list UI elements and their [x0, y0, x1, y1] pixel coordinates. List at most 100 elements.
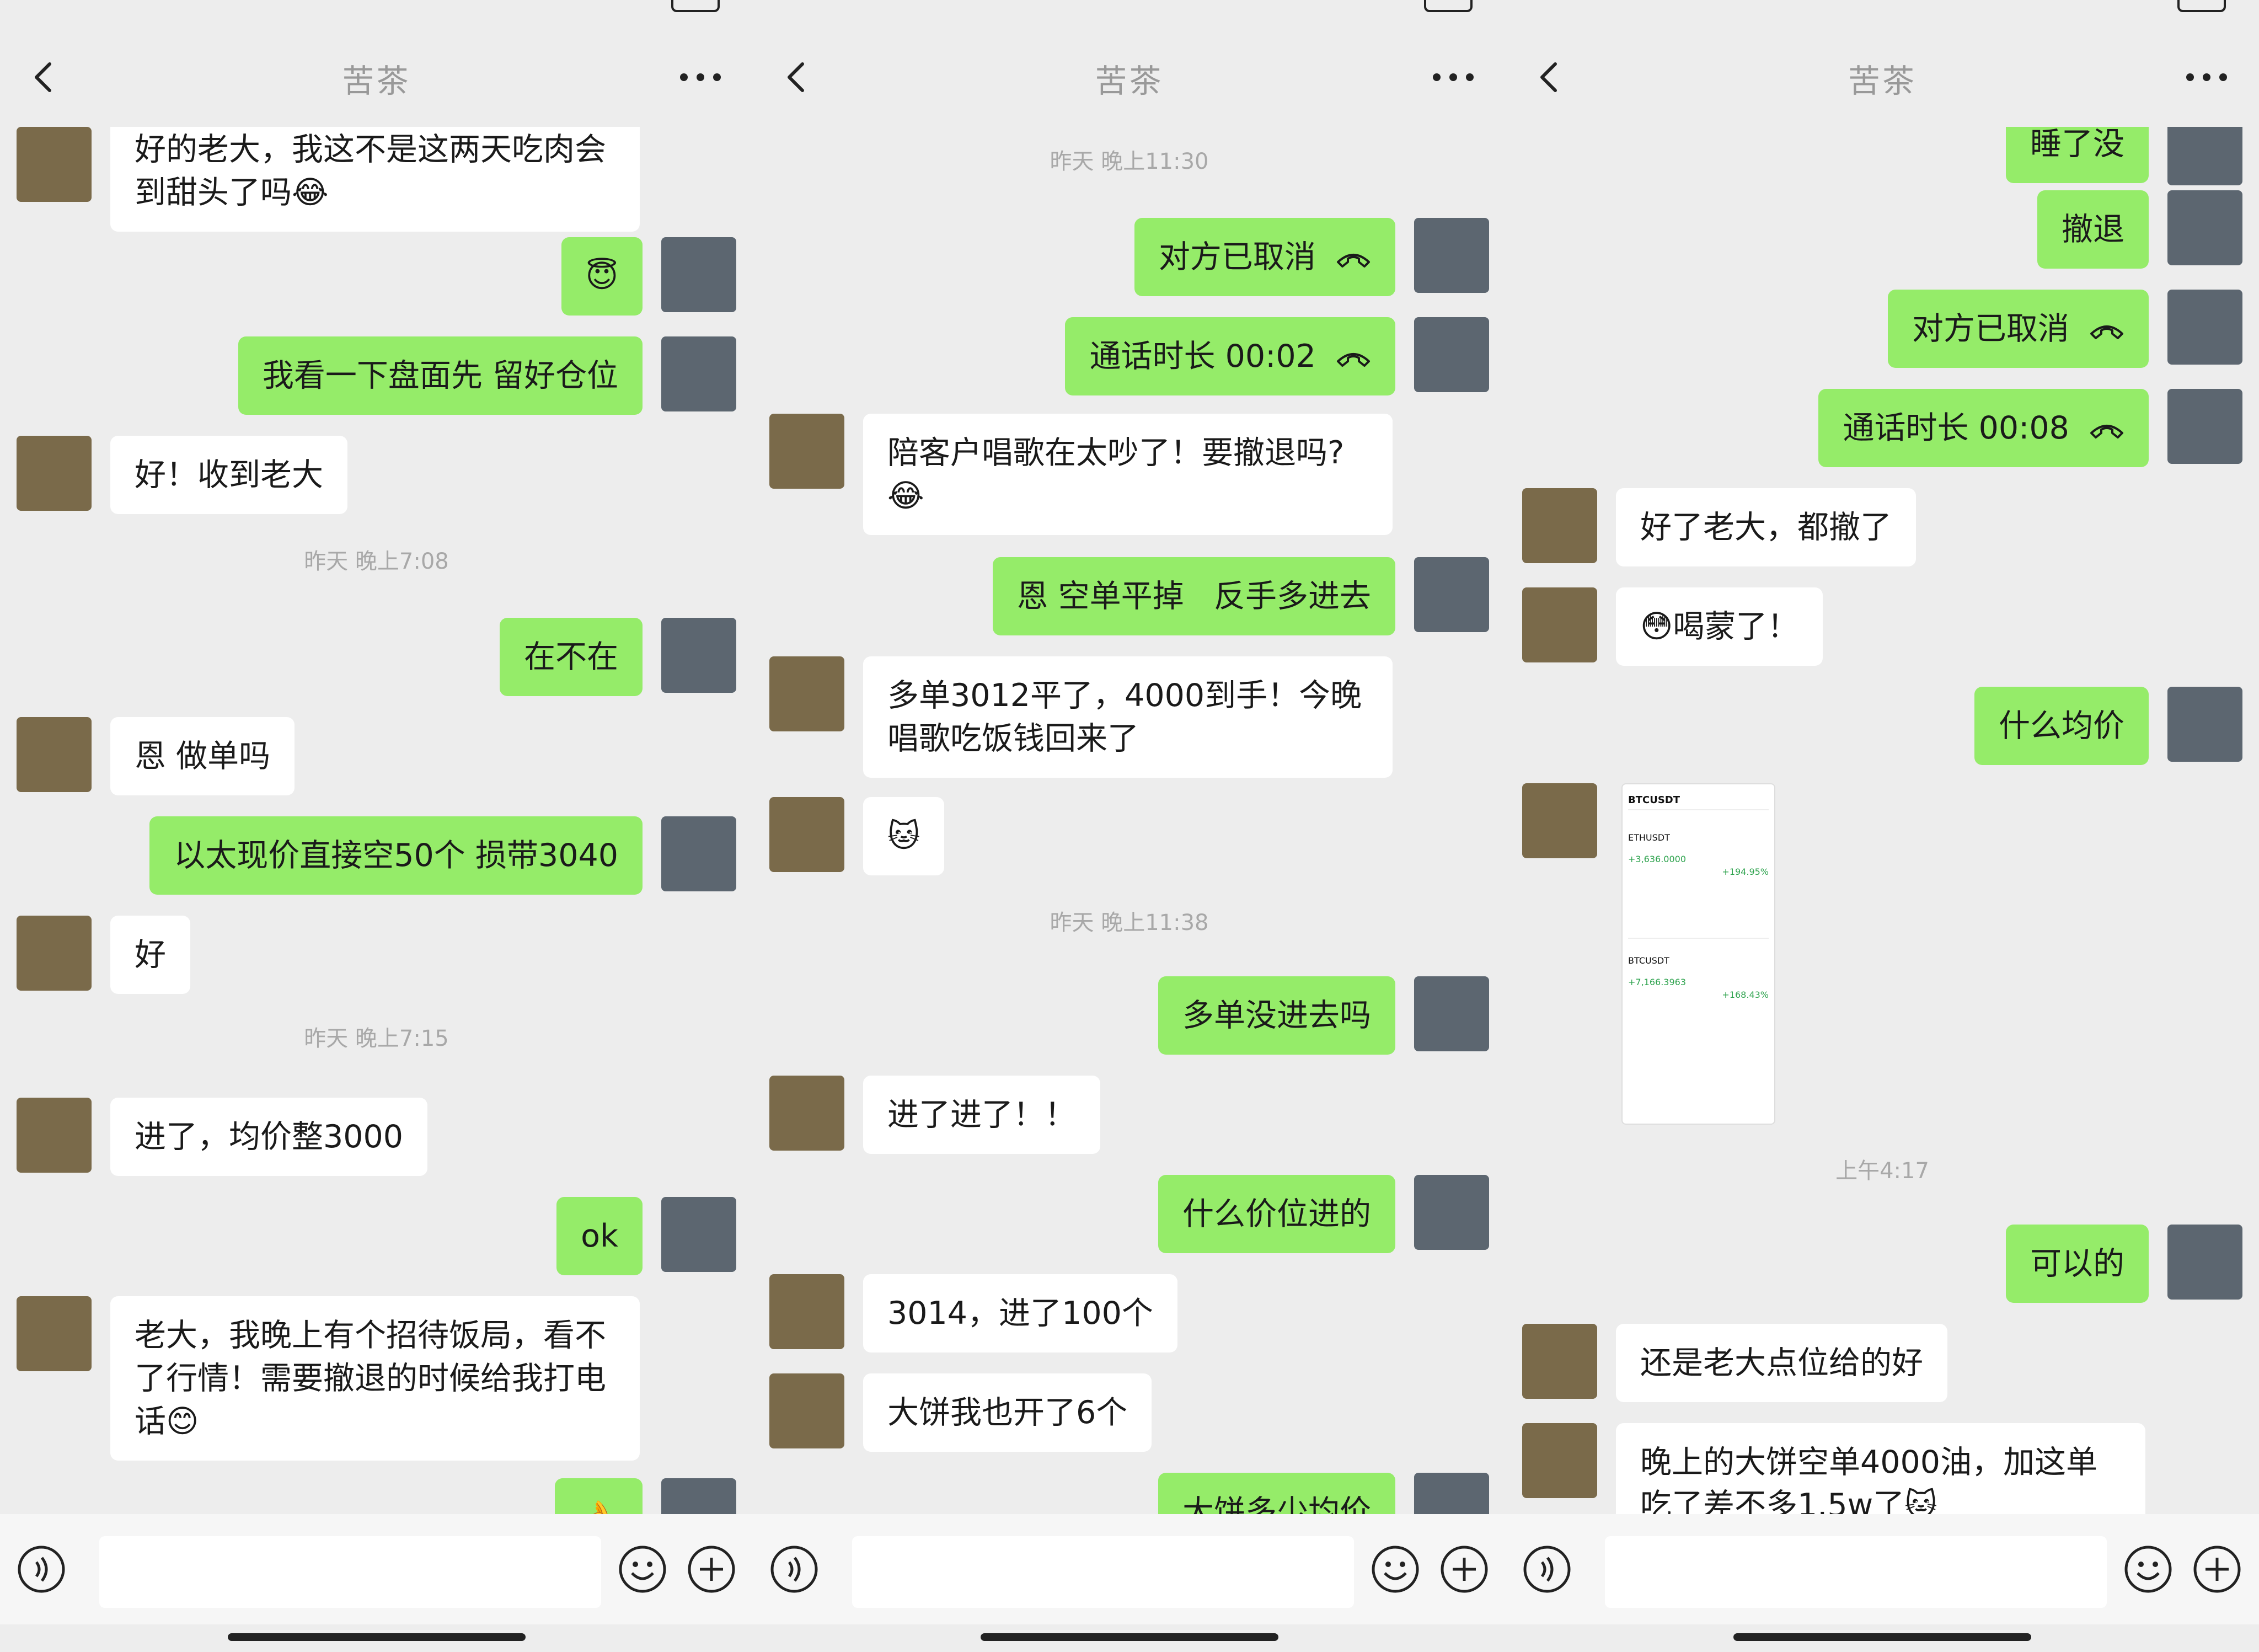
emoji-icon[interactable]: [2123, 1544, 2173, 1594]
avatar[interactable]: [769, 1373, 844, 1448]
avatar[interactable]: [661, 237, 736, 312]
message-bubble[interactable]: 多单没进去吗: [1158, 976, 1395, 1055]
emoji-icon[interactable]: [1371, 1544, 1420, 1594]
more-dots-icon[interactable]: [2176, 55, 2237, 99]
avatar[interactable]: [17, 1296, 92, 1371]
nav-bar: 苦茶: [0, 33, 753, 121]
message-bubble[interactable]: 好: [110, 916, 190, 994]
message-bubble[interactable]: 进了进了！！: [863, 1076, 1100, 1154]
avatar[interactable]: [1414, 557, 1489, 632]
message-bubble[interactable]: 进了，均价整3000: [110, 1098, 428, 1176]
more-dots-icon[interactable]: [1423, 55, 1484, 99]
call-bubble[interactable]: 通话时长 00:02: [1065, 317, 1395, 395]
message-bubble[interactable]: 大饼多少均价: [1158, 1473, 1395, 1517]
message-bubble[interactable]: 什么价位进的: [1158, 1175, 1395, 1253]
plus-icon[interactable]: [687, 1544, 736, 1594]
message-bubble[interactable]: 撤退: [2037, 190, 2149, 269]
avatar[interactable]: [1522, 783, 1597, 858]
message-bubble[interactable]: 👌: [555, 1478, 643, 1517]
avatar[interactable]: [1522, 1324, 1597, 1399]
avatar[interactable]: [769, 656, 844, 731]
avatar[interactable]: [769, 1076, 844, 1151]
avatar[interactable]: [661, 618, 736, 693]
avatar[interactable]: [1522, 1423, 1597, 1498]
home-indicator: [1733, 1633, 2031, 1641]
message-bubble[interactable]: 睡了没: [2006, 127, 2149, 183]
avatar[interactable]: [661, 1478, 736, 1517]
message-bubble[interactable]: 在不在: [500, 618, 643, 696]
avatar[interactable]: [2167, 1225, 2242, 1300]
avatar[interactable]: [1414, 1473, 1489, 1517]
avatar[interactable]: [1414, 317, 1489, 392]
call-bubble[interactable]: 通话时长 00:08: [1818, 389, 2149, 467]
avatar[interactable]: [1414, 218, 1489, 293]
avatar[interactable]: [17, 916, 92, 991]
avatar[interactable]: [1414, 976, 1489, 1051]
message-bubble[interactable]: 多单3012平了，4000到手！今晚唱歌吃饭钱回来了: [863, 656, 1393, 778]
avatar[interactable]: [661, 816, 736, 891]
avatar[interactable]: [661, 1197, 736, 1272]
image-row: +3,636.0000: [1628, 854, 1687, 864]
message-bubble[interactable]: 3014，进了100个: [863, 1274, 1177, 1352]
message-bubble[interactable]: 大饼我也开了6个: [863, 1373, 1152, 1452]
avatar[interactable]: [17, 1098, 92, 1173]
plus-icon[interactable]: [2192, 1544, 2242, 1594]
input-bar: [0, 1514, 753, 1624]
phone-hangup-icon: [1337, 353, 1370, 367]
avatar[interactable]: [661, 336, 736, 411]
avatar[interactable]: [17, 436, 92, 511]
avatar[interactable]: [2167, 290, 2242, 365]
avatar[interactable]: [2167, 127, 2242, 185]
message-list[interactable]: 昨天 晚上11:30 对方已取消 通话时长 00:02 陪客户唱歌在太吵了！要撤…: [753, 127, 1506, 1517]
avatar[interactable]: [2167, 687, 2242, 762]
message-bubble[interactable]: ok: [556, 1197, 643, 1275]
message-input[interactable]: [1605, 1536, 2107, 1608]
chat-panel-1: 苦茶 好的老大，我这不是这两天吃肉会到甜头了吗😂 😇 我看一下盘面先 留好仓位 …: [0, 0, 753, 1652]
message-bubble[interactable]: 恩 做单吗: [110, 717, 295, 795]
avatar[interactable]: [17, 127, 92, 202]
nav-bar: 苦茶: [753, 33, 1506, 121]
message-bubble[interactable]: 恩 空单平掉 反手多进去: [992, 557, 1395, 635]
avatar[interactable]: [1414, 1175, 1489, 1250]
message-list[interactable]: 睡了没 撤退 对方已取消 通话时长 00:08 好了老大，都撤了 😳喝蒙了！ 什…: [1506, 127, 2259, 1517]
avatar[interactable]: [769, 1274, 844, 1349]
message-bubble[interactable]: 🐱: [863, 797, 945, 875]
message-bubble[interactable]: 什么均价: [1974, 687, 2149, 765]
avatar[interactable]: [2167, 389, 2242, 464]
timestamp: 昨天 晚上7:08: [304, 549, 449, 574]
voice-icon[interactable]: [17, 1544, 66, 1594]
message-input[interactable]: [852, 1536, 1354, 1608]
voice-icon[interactable]: [1522, 1544, 1572, 1594]
avatar[interactable]: [769, 797, 844, 872]
avatar[interactable]: [2167, 190, 2242, 265]
message-bubble[interactable]: 😳喝蒙了！: [1616, 587, 1823, 666]
voice-icon[interactable]: [769, 1544, 819, 1594]
emoji-icon[interactable]: [618, 1544, 667, 1594]
message-bubble[interactable]: 可以的: [2006, 1225, 2149, 1303]
plus-icon[interactable]: [1439, 1544, 1489, 1594]
message-bubble[interactable]: 陪客户唱歌在太吵了！要撤退吗?😂: [863, 414, 1393, 535]
message-bubble[interactable]: 还是老大点位给的好: [1616, 1324, 1947, 1402]
more-dots-icon[interactable]: [670, 55, 731, 99]
call-bubble[interactable]: 对方已取消: [1887, 290, 2149, 368]
call-bubble[interactable]: 对方已取消: [1134, 218, 1395, 296]
status-bar: [0, 0, 753, 17]
message-bubble[interactable]: 好了老大，都撤了: [1616, 488, 1916, 566]
call-duration: 通话时长 00:08: [1843, 410, 2069, 446]
message-list[interactable]: 好的老大，我这不是这两天吃肉会到甜头了吗😂 😇 我看一下盘面先 留好仓位 好！收…: [0, 127, 753, 1517]
message-bubble[interactable]: 好！收到老大: [110, 436, 347, 514]
avatar[interactable]: [17, 717, 92, 792]
avatar[interactable]: [769, 414, 844, 489]
message-bubble[interactable]: 好的老大，我这不是这两天吃肉会到甜头了吗😂: [110, 127, 640, 232]
message-bubble[interactable]: 老大，我晚上有个招待饭局，看不了行情！需要撤退的时候给我打电话😊: [110, 1296, 640, 1461]
avatar[interactable]: [1522, 488, 1597, 563]
message-bubble[interactable]: 以太现价直接空50个 损带3040: [149, 816, 643, 895]
message-bubble[interactable]: 😇: [561, 237, 643, 316]
avatar[interactable]: [1522, 587, 1597, 662]
screenshot-image[interactable]: BTCUSDT ETHUSDT +3,636.0000 +194.95% BTC…: [1621, 783, 1775, 1125]
message-bubble[interactable]: 晚上的大饼空单4000油，加这单吃了差不多1.5w了🐱: [1616, 1423, 2145, 1517]
call-status: 对方已取消: [1158, 239, 1316, 275]
message-bubble[interactable]: 我看一下盘面先 留好仓位: [238, 336, 643, 415]
timestamp: 昨天 晚上11:38: [1050, 910, 1209, 935]
message-input[interactable]: [99, 1536, 601, 1608]
